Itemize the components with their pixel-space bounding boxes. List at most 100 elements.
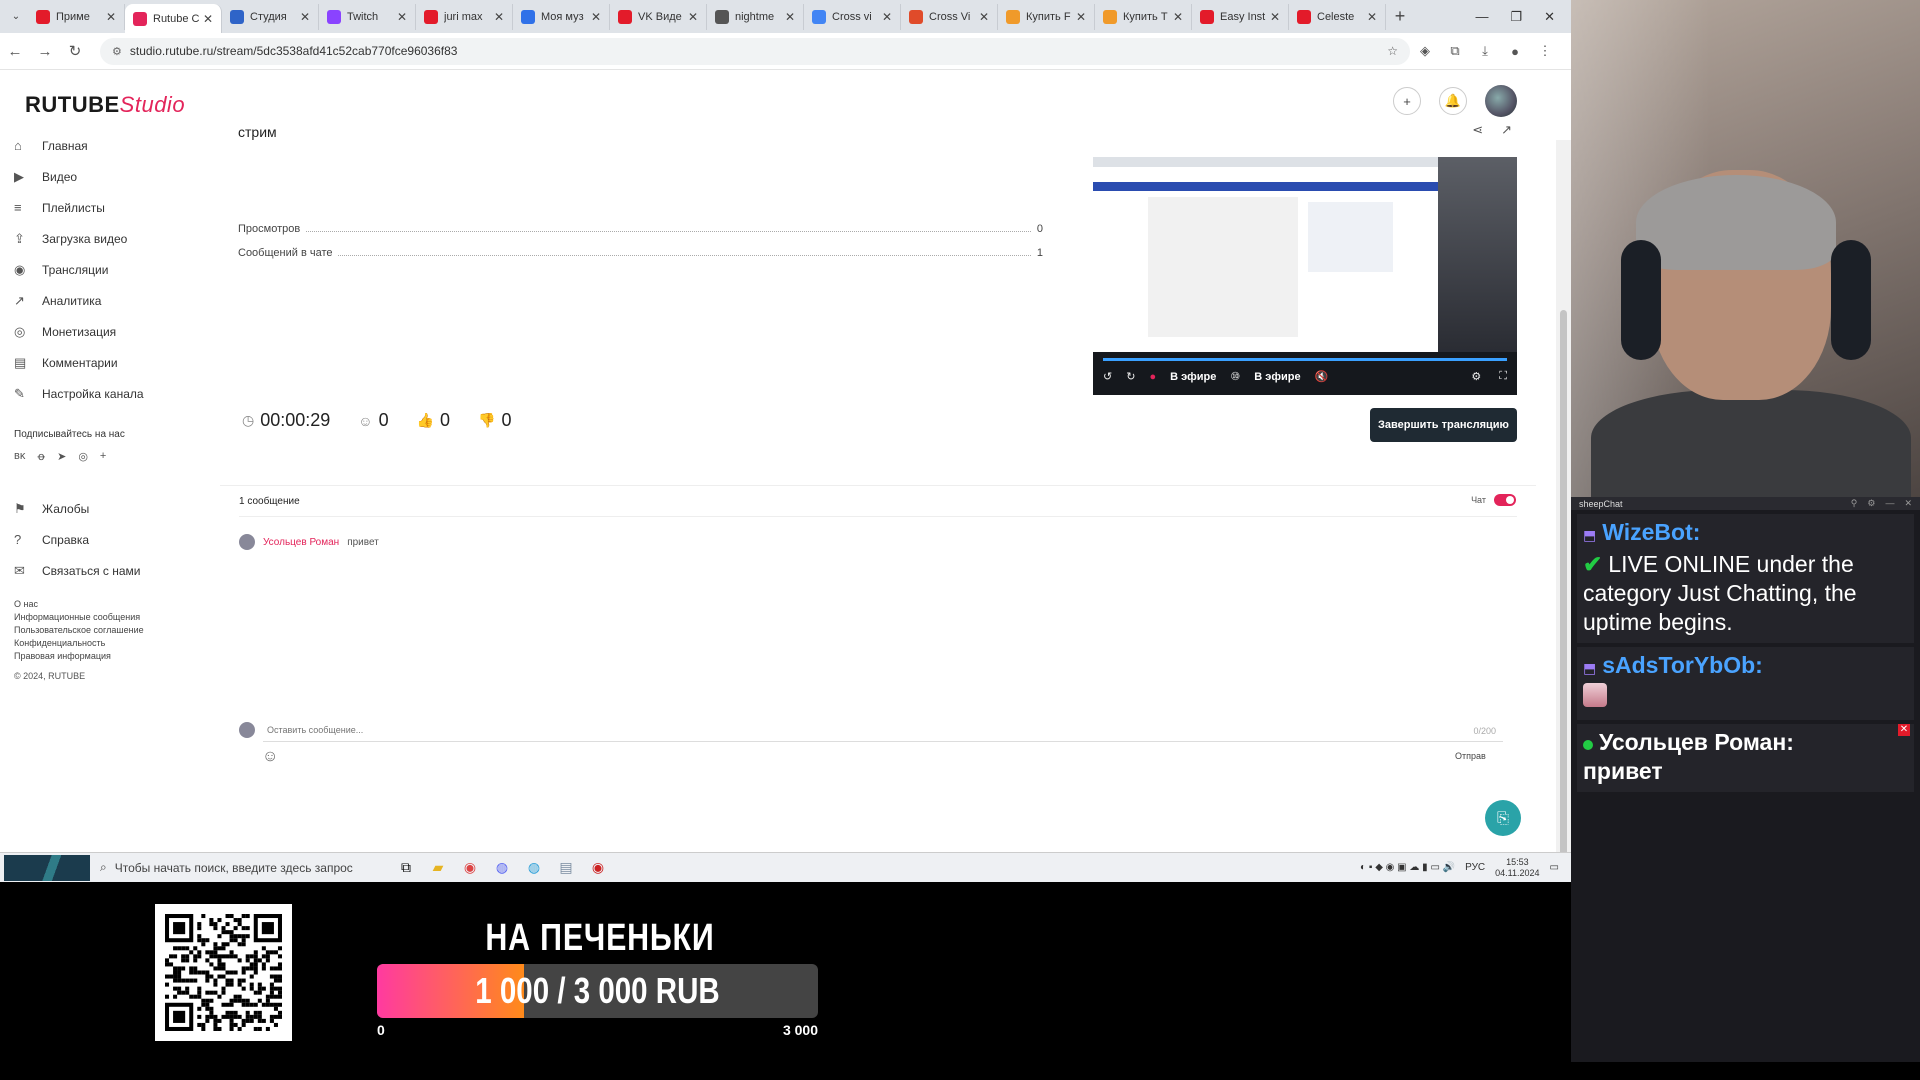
browser-tab[interactable]: Приме ✕ [28, 3, 125, 30]
open-external-icon[interactable]: ↗ [1501, 122, 1512, 138]
pin-icon[interactable]: ⚲ [1851, 498, 1858, 509]
sidebar-item[interactable]: ◎ Монетизация [14, 316, 184, 347]
message-close-icon[interactable]: ✕ [1898, 724, 1910, 736]
tab-search-dropdown-icon[interactable]: ⌄ [4, 11, 28, 22]
download-icon[interactable]: ⤓ [1470, 43, 1500, 59]
browser-tab[interactable]: Cross Vi ✕ [901, 3, 998, 30]
browser-tab[interactable]: juri max ✕ [416, 3, 513, 30]
restore-icon[interactable]: ❐ [1510, 9, 1522, 25]
sidebar-support-item[interactable]: ⚑ Жалобы [14, 493, 184, 524]
share-icon[interactable]: ⋖ [1472, 122, 1483, 138]
back-icon[interactable]: ← [0, 43, 30, 60]
video-player[interactable]: ↺ ↻ ● В эфире ⑩ В эфире 🔇 ⚙ ⛶ [1093, 157, 1517, 395]
more-socials-icon[interactable]: + [100, 450, 106, 463]
sheepchat-settings-icon[interactable]: ⚙ [1867, 498, 1875, 509]
tab-close-icon[interactable]: ✕ [1367, 10, 1377, 24]
extensions-icon[interactable]: ⧉ [1440, 43, 1470, 59]
chat-message-input[interactable] [263, 718, 1503, 742]
mute-icon[interactable]: 🔇 [1315, 370, 1329, 383]
footer-link[interactable]: Пользовательское соглашение [14, 624, 184, 637]
forward-icon[interactable]: → [30, 43, 60, 60]
url-text[interactable]: studio.rutube.ru/stream/5dc3538afd41c52c… [130, 44, 458, 58]
footer-link[interactable]: Правовая информация [14, 650, 184, 663]
player-progress-bar[interactable] [1103, 358, 1507, 361]
new-tab-button[interactable]: + [1386, 6, 1414, 27]
browser-tab[interactable]: Twitch ✕ [319, 3, 416, 30]
browser-tab[interactable]: Celeste ✕ [1289, 3, 1386, 30]
tab-close-icon[interactable]: ✕ [106, 10, 116, 24]
sidebar-item[interactable]: ▶ Видео [14, 161, 184, 192]
tab-close-icon[interactable]: ✕ [203, 12, 213, 26]
address-bar[interactable]: ⚙ studio.rutube.ru/stream/5dc3538afd41c5… [100, 37, 1410, 65]
ok-icon[interactable]: ꝋ [37, 450, 45, 463]
obs-icon[interactable]: ◉ [582, 859, 614, 876]
browser-tab[interactable]: VK Виде ✕ [610, 3, 707, 30]
forward-skip-icon[interactable]: ↻ [1126, 370, 1135, 383]
app-window-icon[interactable]: ▤ [550, 859, 582, 876]
chrome-icon[interactable]: ◉ [454, 859, 486, 876]
bookmark-star-icon[interactable]: ☆ [1387, 44, 1398, 58]
notification-icon[interactable]: ▭ [1550, 862, 1559, 873]
tab-close-icon[interactable]: ✕ [494, 10, 504, 24]
avatar[interactable] [1485, 85, 1517, 117]
clock[interactable]: 15:53 04.11.2024 [1495, 857, 1539, 879]
support-chat-icon[interactable]: ⎘ [1485, 800, 1521, 836]
footer-link[interactable]: Конфиденциальность [14, 637, 184, 650]
menu-kebab-icon[interactable]: ⋮ [1530, 43, 1560, 59]
sidebar-item[interactable]: ⇪ Загрузка видео [14, 223, 184, 254]
tab-close-icon[interactable]: ✕ [688, 10, 698, 24]
sidebar-support-item[interactable]: ? Справка [14, 524, 184, 555]
start-button[interactable] [4, 854, 90, 881]
sidebar-item[interactable]: ✎ Настройка канала [14, 378, 184, 409]
file-explorer-icon[interactable]: ▰ [422, 859, 454, 876]
rewind-icon[interactable]: ↺ [1103, 370, 1112, 383]
emoji-icon[interactable]: ☺ [262, 748, 278, 766]
tab-close-icon[interactable]: ✕ [882, 10, 892, 24]
browser-tab[interactable]: nightme ✕ [707, 3, 804, 30]
footer-link[interactable]: О нас [14, 598, 184, 611]
fullscreen-icon[interactable]: ⛶ [1499, 370, 1507, 383]
tab-close-icon[interactable]: ✕ [300, 10, 310, 24]
tab-close-icon[interactable]: ✕ [1076, 10, 1086, 24]
player-settings-icon[interactable]: ⚙ [1471, 370, 1481, 383]
tray-icons[interactable]: ◐ ▪ ◆ ◉ ▣ ☁ ▮ ▭ 🔊 [1360, 862, 1455, 873]
footer-link[interactable]: Информационные сообщения [14, 611, 184, 624]
send-button[interactable]: Отправ [1455, 751, 1486, 761]
skip-10-icon[interactable]: ⑩ [1230, 370, 1240, 383]
browser-tab[interactable]: Студия ✕ [222, 3, 319, 30]
telegram-icon[interactable]: ➤ [57, 450, 66, 463]
language-indicator[interactable]: РУС [1465, 862, 1485, 873]
add-content-icon[interactable]: + [1393, 87, 1421, 115]
page-scrollbar[interactable] [1556, 140, 1571, 882]
tab-close-icon[interactable]: ✕ [785, 10, 795, 24]
end-stream-button[interactable]: Завершить трансляцию [1370, 408, 1517, 442]
browser-tab[interactable]: Easy Inst ✕ [1192, 3, 1289, 30]
discord-icon[interactable]: ◍ [486, 859, 518, 876]
tab-close-icon[interactable]: ✕ [1173, 10, 1183, 24]
browser-tab[interactable]: Моя муз ✕ [513, 3, 610, 30]
sheepchat-minimize-icon[interactable]: — [1885, 498, 1894, 509]
chat-message-author[interactable]: Усольцев Роман [263, 537, 339, 548]
reload-icon[interactable]: ↻ [60, 42, 90, 60]
telegram-app-icon[interactable]: ◍ [518, 859, 550, 876]
rutube-studio-logo[interactable]: RUTUBEStudio [25, 92, 185, 118]
tab-close-icon[interactable]: ✕ [397, 10, 407, 24]
sheepchat-close-icon[interactable]: ✕ [1904, 498, 1912, 509]
taskbar-search[interactable]: ⌕ Чтобы начать поиск, введите здесь запр… [100, 860, 390, 875]
sidebar-item[interactable]: ◉ Трансляции [14, 254, 184, 285]
sidebar-item[interactable]: ≡ Плейлисты [14, 192, 184, 223]
tab-close-icon[interactable]: ✕ [591, 10, 601, 24]
tab-close-icon[interactable]: ✕ [979, 10, 989, 24]
notifications-bell-icon[interactable]: 🔔 [1439, 87, 1467, 115]
sidebar-support-item[interactable]: ✉ Связаться с нами [14, 555, 184, 586]
viber-icon[interactable]: ◎ [78, 450, 88, 463]
chat-toggle[interactable] [1494, 494, 1516, 506]
window-close-icon[interactable]: ✕ [1544, 9, 1555, 25]
site-info-icon[interactable]: ⚙ [112, 45, 122, 58]
vk-icon[interactable]: ʙᴋ [14, 450, 25, 463]
minimize-icon[interactable]: — [1475, 9, 1488, 25]
tab-close-icon[interactable]: ✕ [1270, 10, 1280, 24]
task-view-icon[interactable]: ⧉ [390, 859, 422, 876]
extension-puzzle-icon[interactable]: ◈ [1410, 43, 1440, 59]
browser-tab[interactable]: Cross vi ✕ [804, 3, 901, 30]
